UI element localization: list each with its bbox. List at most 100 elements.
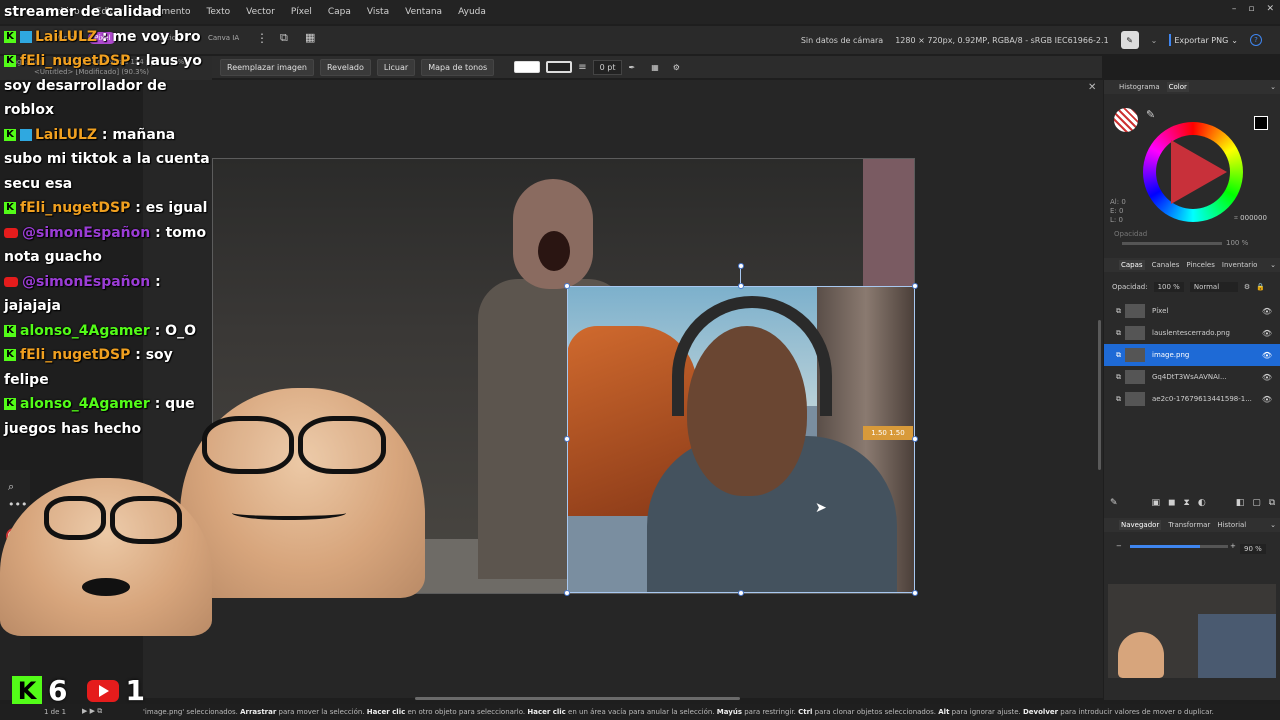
menu-ayuda[interactable]: Ayuda <box>450 7 494 17</box>
copy-layer-icon[interactable]: ⧉ <box>1269 498 1275 508</box>
tone-map-button[interactable]: Mapa de tonos <box>421 58 495 76</box>
primary-color-swatch[interactable] <box>1254 116 1268 130</box>
fill-swatch[interactable] <box>514 61 541 73</box>
layer-visibility-icon[interactable]: 👁 <box>1262 329 1272 338</box>
develop-button[interactable]: Revelado <box>319 58 371 76</box>
handle-top[interactable] <box>738 283 744 289</box>
pen-icon[interactable]: ✒ <box>628 63 635 72</box>
zoom-field[interactable]: 90 % <box>1240 544 1266 554</box>
zoom-in-icon[interactable]: + <box>1230 542 1236 550</box>
youtube-badge-icon <box>4 227 18 238</box>
assets-icon[interactable]: ⧉ <box>280 31 288 45</box>
minimize-icon[interactable]: – <box>1232 4 1237 14</box>
layer-opacity-field[interactable]: 100 % <box>1153 282 1184 292</box>
menu-vector[interactable]: Vector <box>238 7 283 17</box>
layer-row[interactable]: ⧉ ae2c0-17679613441598-1... 👁 <box>1104 388 1280 410</box>
layer-expand-icon[interactable]: ⧉ <box>1116 351 1121 360</box>
restore-icon[interactable]: ▫ <box>1248 4 1254 14</box>
stroke-swatch[interactable] <box>546 61 573 73</box>
layer-expand-icon[interactable]: ⧉ <box>1116 329 1121 338</box>
close-context-icon[interactable]: ✕ <box>1088 82 1096 93</box>
handle-bottom-left[interactable] <box>564 590 570 596</box>
hex-field[interactable]: ⌗ 000000 <box>1234 214 1267 223</box>
chevron-down-icon[interactable]: ⌄ <box>1151 36 1158 45</box>
chat-message: streamer de calidad <box>0 0 212 25</box>
handle-bottom[interactable] <box>738 590 744 596</box>
opacity-slider[interactable] <box>1122 242 1222 245</box>
stroke-lines-icon[interactable]: ≡ <box>578 62 586 73</box>
stroke-width-field[interactable]: 0 pt <box>592 59 623 75</box>
layer-expand-icon[interactable]: ⧉ <box>1116 395 1121 404</box>
handle-top-right[interactable] <box>912 283 918 289</box>
layer-visibility-icon[interactable]: 👁 <box>1262 395 1272 404</box>
tab-transformar[interactable]: Transformar <box>1168 521 1210 529</box>
layer-visibility-icon[interactable]: 👁 <box>1262 351 1272 360</box>
handle-top-left[interactable] <box>564 283 570 289</box>
layer-expand-icon[interactable]: ⧉ <box>1116 373 1121 382</box>
help-icon[interactable]: ? <box>1250 34 1262 46</box>
layers-chevron-icon[interactable]: ⌄ <box>1270 261 1276 269</box>
settings-gear-icon[interactable]: ⚙ <box>673 63 680 72</box>
vertical-scrollbar[interactable] <box>1098 320 1101 470</box>
group-icon[interactable]: ◧ <box>1236 498 1245 508</box>
liquify-button[interactable]: Licuar <box>376 58 416 76</box>
add-layer-icon[interactable]: ▢ <box>1252 498 1261 508</box>
tab-inventario[interactable]: Inventario <box>1222 261 1258 269</box>
layer-expand-icon[interactable]: ⧉ <box>1116 307 1121 316</box>
page-nav-icons[interactable]: ▶ ▶ ⧉ <box>82 707 102 716</box>
export-label: Exportar PNG <box>1174 35 1229 45</box>
grid-icon[interactable]: ▦ <box>305 31 315 44</box>
tab-color[interactable]: Color <box>1166 82 1189 92</box>
eyedropper-icon[interactable]: ✎ <box>1146 108 1155 121</box>
color-wheel[interactable] <box>1143 122 1243 222</box>
chat-message: @simonEspañon : jajajaja <box>0 270 212 319</box>
handle-right[interactable] <box>912 436 918 442</box>
tab-pinceles[interactable]: Pinceles <box>1186 261 1215 269</box>
kick-badge-icon: K <box>4 30 16 43</box>
layer-row[interactable]: ⧉ Gq4DtT3WsAAVNAI... 👁 <box>1104 366 1280 388</box>
tab-histograma[interactable]: Histograma <box>1119 83 1160 91</box>
menu-ventana[interactable]: Ventana <box>397 7 450 17</box>
fx-icon[interactable]: ◼ <box>1168 498 1175 508</box>
lock-icon[interactable]: 🔒 <box>1256 283 1265 291</box>
layers-panel-tabs: Capas Canales Pinceles Inventario ⌄ <box>1104 258 1280 272</box>
menu-pixel[interactable]: Píxel <box>283 7 320 17</box>
tab-historial[interactable]: Historial <box>1217 521 1246 529</box>
color-swatch-icon[interactable] <box>1114 108 1138 132</box>
zoom-out-icon[interactable]: − <box>1116 542 1122 550</box>
tab-capas[interactable]: Capas <box>1119 260 1145 270</box>
snapping-grid-icon[interactable]: ▦ <box>651 63 659 72</box>
handle-left[interactable] <box>564 436 570 442</box>
menu-capa[interactable]: Capa <box>320 7 359 17</box>
selection-box[interactable] <box>564 263 918 596</box>
navigator-thumbnail[interactable] <box>1108 584 1276 678</box>
more-options-icon[interactable]: ⋮ <box>256 31 268 45</box>
export-png-button[interactable]: Exportar PNG ⌄ <box>1169 34 1238 46</box>
layer-row[interactable]: ⧉ Píxel 👁 <box>1104 300 1280 322</box>
tab-canales[interactable]: Canales <box>1152 261 1180 269</box>
persona-canva-ia[interactable]: Canva IA <box>208 34 239 42</box>
color-triangle[interactable] <box>1171 140 1227 204</box>
mask-icon[interactable]: ▣ <box>1152 498 1161 508</box>
fill-icon[interactable]: ◐ <box>1198 498 1206 508</box>
menu-vista[interactable]: Vista <box>359 7 397 17</box>
panel-chevron-icon[interactable]: ⌄ <box>1270 83 1276 91</box>
zoom-slider[interactable] <box>1130 545 1228 548</box>
close-window-icon[interactable]: ✕ <box>1266 4 1274 14</box>
layer-row[interactable]: ⧉ lauslentescerrado.png 👁 <box>1104 322 1280 344</box>
navigator-chevron-icon[interactable]: ⌄ <box>1270 521 1276 529</box>
blend-mode-select[interactable]: Normal <box>1189 282 1238 292</box>
adjust-icon[interactable]: ⧗ <box>1184 498 1190 508</box>
layer-settings-icon[interactable]: ⚙ <box>1244 283 1250 291</box>
tab-navegador[interactable]: Navegador <box>1119 520 1162 530</box>
help-pen-icon[interactable]: ✎ <box>1120 31 1139 49</box>
handle-bottom-right[interactable] <box>912 590 918 596</box>
chat-username: LaiLULZ <box>35 126 98 143</box>
edit-layer-icon[interactable]: ✎ <box>1110 498 1118 508</box>
layer-visibility-icon[interactable]: 👁 <box>1262 373 1272 382</box>
layer-row[interactable]: ⧉ image.png 👁 <box>1104 344 1280 366</box>
rotation-handle[interactable] <box>738 263 744 269</box>
layer-visibility-icon[interactable]: 👁 <box>1262 307 1272 316</box>
replace-image-button[interactable]: Reemplazar imagen <box>220 58 314 76</box>
horizontal-scrollbar[interactable] <box>415 697 740 700</box>
